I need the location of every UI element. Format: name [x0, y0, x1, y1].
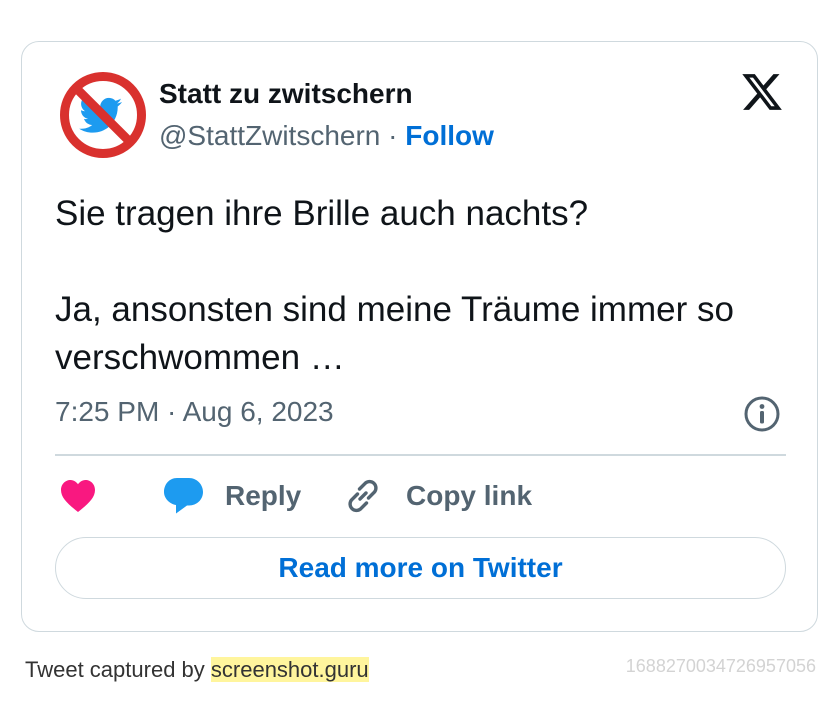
avatar[interactable]: [58, 70, 148, 160]
author-handle[interactable]: @StattZwitschern: [159, 120, 380, 151]
author-name[interactable]: Statt zu zwitschern: [159, 78, 413, 110]
separator-dot: ·: [380, 120, 406, 151]
speech-bubble-icon: [164, 478, 203, 514]
link-icon: [348, 479, 378, 513]
copy-link-label: Copy link: [406, 480, 533, 511]
capture-credit: Tweet captured by screenshot.guru: [25, 657, 369, 683]
screenshot-guru-link[interactable]: screenshot.guru: [210, 657, 369, 682]
tweet-text-line: Sie tragen ihre Brille auch nachts?: [55, 194, 589, 233]
follow-button[interactable]: Follow: [405, 120, 494, 151]
tweet-text-line: Ja, ansonsten sind meine Träume immer so…: [55, 290, 734, 377]
x-logo-icon[interactable]: [739, 70, 785, 114]
tweet-text: Sie tragen ihre Brille auch nachts? Ja, …: [55, 190, 795, 382]
tweet-card: Statt zu zwitschern @StattZwitschern · F…: [21, 41, 818, 632]
reply-button[interactable]: Reply: [163, 474, 301, 518]
read-more-button[interactable]: Read more on Twitter: [55, 537, 786, 599]
capture-credit-text: Tweet captured by: [25, 657, 211, 682]
tweet-timestamp[interactable]: 7:25 PM · Aug 6, 2023: [55, 396, 334, 428]
copy-link-button[interactable]: Copy link: [343, 474, 532, 518]
heart-icon[interactable]: [59, 478, 97, 514]
info-icon[interactable]: [743, 395, 781, 433]
divider: [55, 454, 786, 456]
author-handle-line: @StattZwitschern · Follow: [159, 120, 494, 152]
action-bar: Reply Copy link: [55, 474, 786, 518]
tweet-id: 1688270034726957056: [625, 656, 816, 676]
reply-label: Reply: [225, 480, 302, 511]
